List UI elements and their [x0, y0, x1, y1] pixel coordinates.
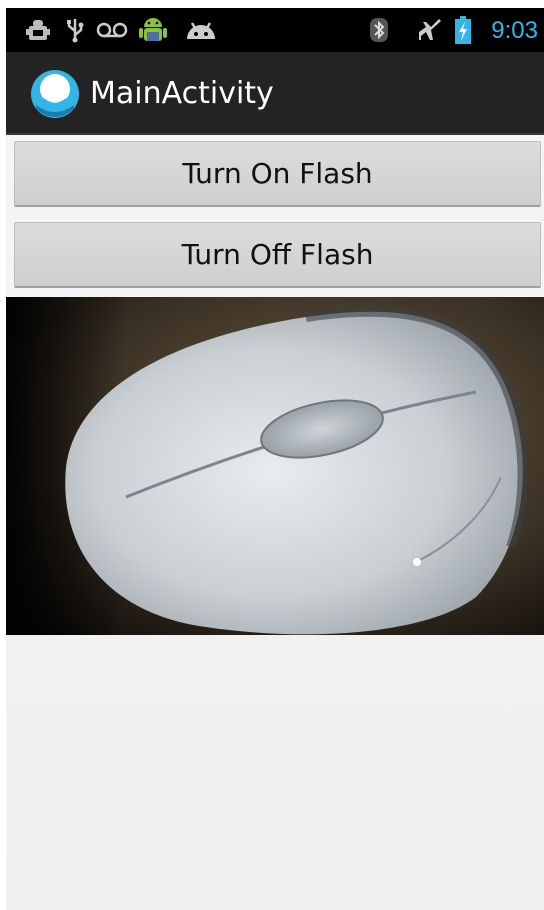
mouse-photo — [6, 297, 544, 635]
main-content: Turn On Flash Turn Off Flash — [6, 135, 544, 910]
bluetooth-icon — [368, 18, 390, 42]
debug-icon — [24, 18, 52, 42]
action-bar: MainActivity — [6, 52, 544, 135]
voicemail-icon — [96, 18, 128, 42]
status-bar: 9:03 — [6, 8, 544, 52]
android-notification-icon — [138, 18, 168, 42]
android-head-icon — [184, 18, 218, 42]
status-time: 9:03 — [491, 17, 538, 44]
turn-off-flash-button[interactable]: Turn Off Flash — [14, 222, 541, 288]
battery-charging-icon — [454, 16, 472, 44]
phone-screen: 9:03 MainActivity Turn On Flash Turn Off… — [6, 8, 544, 910]
camera-preview — [6, 297, 544, 635]
usb-icon — [64, 18, 86, 43]
turn-on-flash-button[interactable]: Turn On Flash — [14, 141, 541, 207]
app-title: MainActivity — [90, 76, 274, 111]
airplane-mode-icon — [416, 18, 444, 42]
app-launcher-icon[interactable] — [30, 69, 80, 119]
